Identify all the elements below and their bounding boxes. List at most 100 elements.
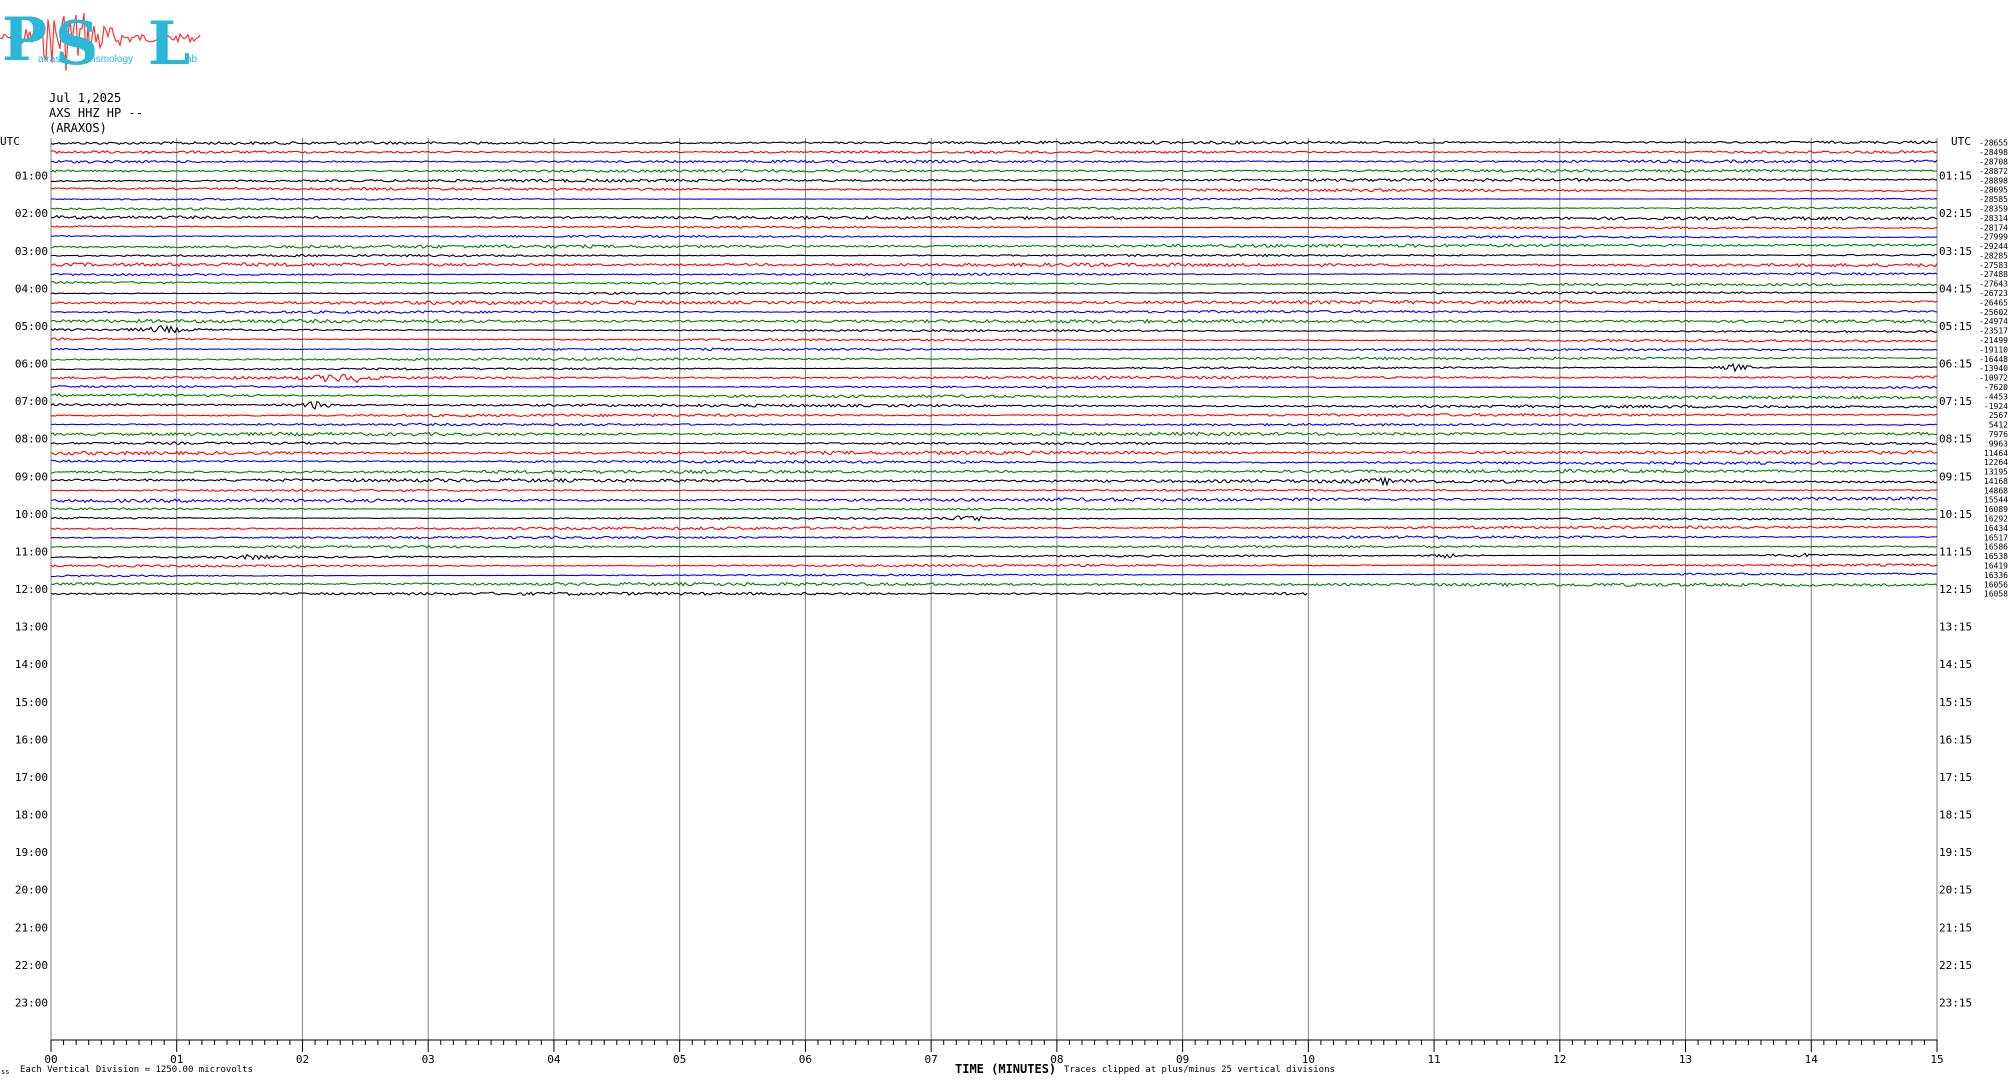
trace-offset-label: 16058 [1984, 590, 2008, 599]
seismic-trace [50, 552, 1937, 561]
trace-offset-label: 7976 [1989, 430, 2008, 439]
seismic-trace [50, 140, 1938, 146]
x-tick-label: 14 [1805, 1053, 1819, 1066]
x-tick-label: 13 [1679, 1053, 1692, 1066]
hour-label-right: 10:15 [1939, 508, 1972, 521]
hour-label-right: 17:15 [1939, 771, 1972, 784]
plot-grid [50, 138, 1938, 1052]
hour-label-left: 03:00 [15, 245, 48, 258]
trace-offset-label: -13940 [1979, 364, 2008, 373]
seismic-trace [50, 515, 1938, 522]
utc-label-left: UTC [0, 135, 20, 148]
hour-label-left: 08:00 [15, 433, 48, 446]
hour-label-left: 23:00 [15, 996, 48, 1009]
hour-label-left: 15:00 [15, 696, 48, 709]
trace-offset-label: 16538 [1984, 552, 2008, 561]
seismic-trace [50, 291, 1938, 295]
x-tick-label: 07 [925, 1053, 938, 1066]
trace-offset-label: -28708 [1979, 157, 2008, 166]
trace-offset-label: 15544 [1984, 496, 2008, 505]
trace-offset-label: -28498 [1979, 148, 2008, 157]
seismic-trace [50, 159, 1938, 164]
seismic-trace [50, 525, 1938, 531]
trace-offset-label: 16056 [1984, 580, 2008, 589]
hour-label-right: 19:15 [1939, 846, 1972, 859]
trace-offset-label: -27643 [1979, 280, 2008, 289]
logo-letter-s: S [55, 9, 98, 79]
hour-label-right: 01:15 [1939, 170, 1972, 183]
hour-label-left: 07:00 [15, 395, 48, 408]
seismic-trace [50, 177, 1938, 183]
hour-label-right: 03:15 [1939, 245, 1972, 258]
seismic-trace [50, 459, 1938, 465]
seismic-trace [50, 507, 1938, 511]
seismic-trace [50, 318, 1938, 324]
trace-offset-label: 16419 [1984, 562, 2008, 571]
x-tick-label: 03 [422, 1053, 435, 1066]
trace-offset-label: 12264 [1984, 458, 2008, 467]
trace-offset-label: -28174 [1979, 223, 2008, 232]
hour-label-right: 15:15 [1939, 696, 1972, 709]
x-tick-label: 15 [1930, 1053, 1943, 1066]
header-station: AXS HHZ HP -- [49, 106, 143, 120]
trace-offset-label: -4453 [1984, 392, 2008, 401]
hour-label-left: 16:00 [15, 733, 48, 746]
hour-label-right: 06:15 [1939, 358, 1972, 371]
trace-offset-label: -28898 [1979, 176, 2008, 185]
seismic-trace [50, 400, 1938, 410]
seismic-trace [50, 422, 1938, 427]
trace-offset-label: -28695 [1979, 186, 2008, 195]
hour-label-right: 02:15 [1939, 207, 1972, 220]
hour-label-left: 18:00 [15, 809, 48, 822]
hour-label-right: 16:15 [1939, 733, 1972, 746]
hour-label-left: 05:00 [15, 320, 48, 333]
seismic-trace [50, 373, 1938, 384]
trace-offset-label: 16434 [1984, 524, 2008, 533]
logo-text-eismology: eismology [88, 54, 133, 65]
trace-offset-label: 9963 [1989, 439, 2008, 448]
seismic-trace [50, 468, 1938, 475]
hour-label-right: 14:15 [1939, 658, 1972, 671]
seismic-trace [50, 431, 1938, 437]
trace-offset-label: 11464 [1984, 449, 2008, 458]
seismic-trace [50, 262, 1938, 268]
hour-label-right: 13:15 [1939, 621, 1972, 634]
trace-offset-label: -23517 [1979, 327, 2008, 336]
seismic-trace [50, 393, 1938, 400]
trace-offset-label: -28872 [1979, 167, 2008, 176]
trace-offset-label: -24974 [1979, 317, 2008, 326]
hour-label-left: 19:00 [15, 846, 48, 859]
hour-label-left: 20:00 [15, 884, 48, 897]
trace-offset-label: -21499 [1979, 336, 2008, 345]
seismic-trace [50, 496, 1938, 504]
trace-offset-label: -10972 [1979, 374, 2008, 383]
logo-text-atras: atras [38, 54, 60, 65]
hour-label-right: 11:15 [1939, 545, 1972, 558]
seismic-trace [50, 356, 1938, 362]
trace-offset-label: 13195 [1984, 468, 2008, 477]
trace-offset-label: -1924 [1984, 402, 2008, 411]
x-axis-title: TIME (MINUTES) [955, 1062, 1057, 1076]
seismic-trace [50, 225, 1938, 230]
trace-offset-label: -27999 [1979, 233, 2008, 242]
trace-offset-label: -28655 [1979, 139, 2008, 148]
seismic-trace [50, 243, 1938, 249]
seismic-trace [51, 362, 1938, 373]
seismic-trace [50, 253, 1938, 258]
hour-label-left: 12:00 [15, 583, 48, 596]
trace-offset-label: -29244 [1979, 242, 2008, 251]
hour-label-left: 21:00 [15, 921, 48, 934]
seismic-trace [50, 186, 1938, 193]
trace-group [50, 140, 1938, 596]
seismic-trace [50, 150, 1938, 155]
hour-label-left: 02:00 [15, 207, 48, 220]
header-date: Jul 1,2025 [49, 91, 122, 105]
hour-label-left: 10:00 [15, 508, 48, 521]
trace-offset-label: -28585 [1979, 195, 2008, 204]
seismic-trace [50, 449, 1938, 456]
x-tick-label: 12 [1553, 1053, 1566, 1066]
seismic-trace [50, 591, 1308, 596]
seismic-trace [50, 324, 1938, 334]
trace-offset-label: -28285 [1979, 251, 2008, 260]
seismic-trace [50, 535, 1938, 540]
